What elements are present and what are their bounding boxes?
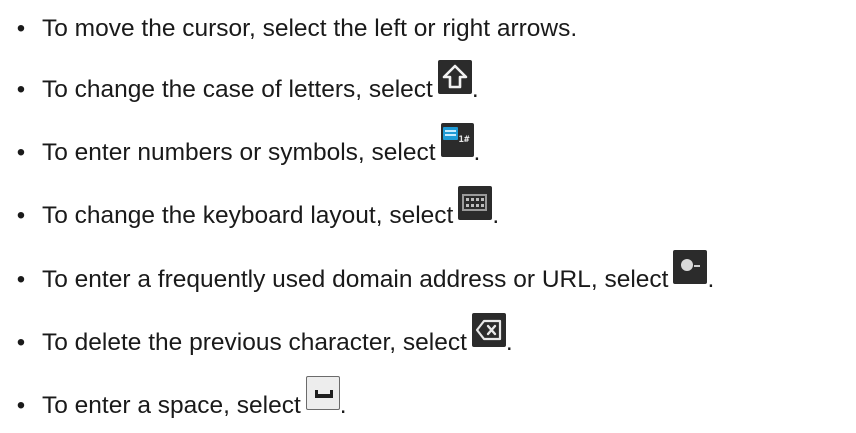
list-item: • To change the case of letters, select … [0, 60, 856, 104]
list-item: • To change the keyboard layout, select … [0, 186, 856, 230]
bullet: • [16, 266, 26, 293]
list-item-suffix: . [505, 329, 513, 356]
list-item: • To enter a space, select . [0, 376, 856, 420]
bullet: • [16, 392, 26, 419]
list-item-suffix: . [471, 76, 479, 103]
bullet: • [16, 139, 26, 166]
list-item: • To move the cursor, select the left or… [0, 3, 856, 43]
list-item: • To enter numbers or symbols, select 1#… [0, 123, 856, 167]
space-key-icon [305, 376, 340, 410]
symbols-key-label: 1# [458, 135, 470, 145]
list-item-text: To delete the previous character, select [42, 329, 467, 356]
list-item-text: To enter a frequently used domain addres… [42, 266, 669, 293]
list-item-suffix: . [473, 139, 481, 166]
list-item-text: To enter numbers or symbols, select [42, 139, 436, 166]
list-item-suffix: . [339, 392, 347, 419]
list-item-suffix: . [492, 202, 500, 229]
list-item-suffix: . [707, 266, 715, 293]
list-item: • To enter a frequently used domain addr… [0, 250, 856, 294]
list-item-text: To change the keyboard layout, select [42, 202, 454, 229]
list-item-text: To move the cursor, select the left or r… [42, 15, 578, 42]
bullet: • [16, 202, 26, 229]
instruction-list: • To move the cursor, select the left or… [0, 0, 856, 433]
keyboard-layout-key-icon [458, 186, 493, 220]
bullet: • [16, 329, 26, 356]
shift-key-icon [437, 60, 472, 94]
bullet: • [16, 76, 26, 103]
list-item: • To delete the previous character, sele… [0, 313, 856, 357]
domain-key-icon [673, 250, 708, 284]
symbols-blue-block [442, 127, 458, 140]
bullet: • [16, 15, 26, 42]
list-item-text: To change the case of letters, select [42, 76, 433, 103]
list-item-text: To enter a space, select [42, 392, 301, 419]
symbols-key-icon: 1# [440, 123, 474, 157]
backspace-key-icon [471, 313, 506, 347]
